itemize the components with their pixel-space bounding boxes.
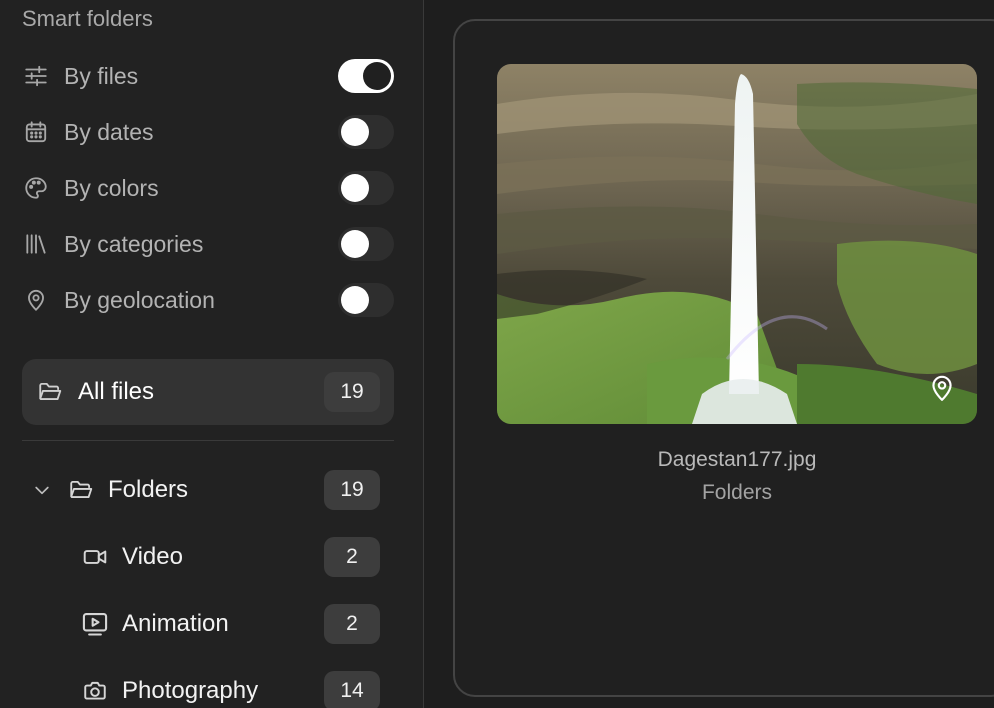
tree-item-video[interactable]: Video 2 (22, 529, 394, 585)
tree-item-label: Video (122, 543, 183, 570)
smart-folder-label: By dates (64, 118, 154, 145)
folders-count-badge: 19 (324, 470, 380, 510)
camera-icon (80, 676, 110, 706)
video-camera-icon (80, 542, 110, 572)
file-folder: Folders (701, 481, 773, 504)
monitor-play-icon (80, 609, 110, 639)
sidebar: Smart folders By files By dates By color… (0, 0, 424, 708)
by-dates-toggle[interactable] (338, 115, 394, 149)
toggle-knob (341, 230, 369, 258)
smart-folder-label: By categories (64, 230, 204, 257)
smart-folder-by-colors[interactable]: By colors (22, 168, 394, 208)
sliders-icon (22, 62, 50, 90)
toggle-knob (341, 118, 369, 146)
animation-count-badge: 2 (324, 604, 380, 644)
all-files-item[interactable]: All files 19 (22, 359, 394, 425)
file-name: Dagestan177.jpg (657, 448, 817, 471)
toggle-knob (341, 286, 369, 314)
tree-item-folders[interactable]: Folders 19 (22, 462, 394, 518)
by-files-toggle[interactable] (338, 59, 394, 93)
folder-open-icon (36, 378, 64, 406)
tree-item-photography[interactable]: Photography 14 (22, 663, 394, 708)
smart-folder-by-categories[interactable]: By categories (22, 224, 394, 264)
divider (22, 440, 394, 441)
section-title-smart-folders: Smart folders (22, 6, 153, 31)
location-pin-icon (22, 286, 50, 314)
all-files-count-badge: 19 (324, 372, 380, 412)
file-card[interactable]: Dagestan177.jpg Folders (453, 19, 994, 697)
smart-folder-by-dates[interactable]: By dates (22, 112, 394, 152)
by-geolocation-toggle[interactable] (338, 283, 394, 317)
all-files-label: All files (78, 378, 155, 405)
location-pin-icon (929, 372, 955, 402)
tree-item-animation[interactable]: Animation 2 (22, 596, 394, 652)
smart-folder-by-files[interactable]: By files (22, 56, 394, 96)
toggle-knob (363, 62, 391, 90)
image-thumbnail[interactable] (497, 64, 977, 424)
main-content: Dagestan177.jpg Folders (424, 0, 994, 708)
waterfall-photo (497, 64, 977, 424)
by-categories-toggle[interactable] (338, 227, 394, 261)
video-count-badge: 2 (324, 537, 380, 577)
palette-icon (22, 174, 50, 202)
photography-count-badge: 14 (324, 671, 380, 708)
library-icon (22, 230, 50, 258)
tree-item-label: Folders (108, 476, 189, 503)
calendar-icon (22, 118, 50, 146)
tree-item-label: Animation (122, 610, 229, 637)
toggle-knob (341, 174, 369, 202)
smart-folder-label: By files (64, 62, 139, 89)
tree-item-label: Photography (122, 677, 259, 704)
folder-open-icon (66, 475, 96, 505)
chevron-down-icon[interactable] (28, 476, 56, 504)
smart-folder-label: By colors (64, 174, 159, 201)
by-colors-toggle[interactable] (338, 171, 394, 205)
smart-folder-by-geolocation[interactable]: By geolocation (22, 280, 394, 320)
smart-folder-label: By geolocation (64, 286, 215, 313)
